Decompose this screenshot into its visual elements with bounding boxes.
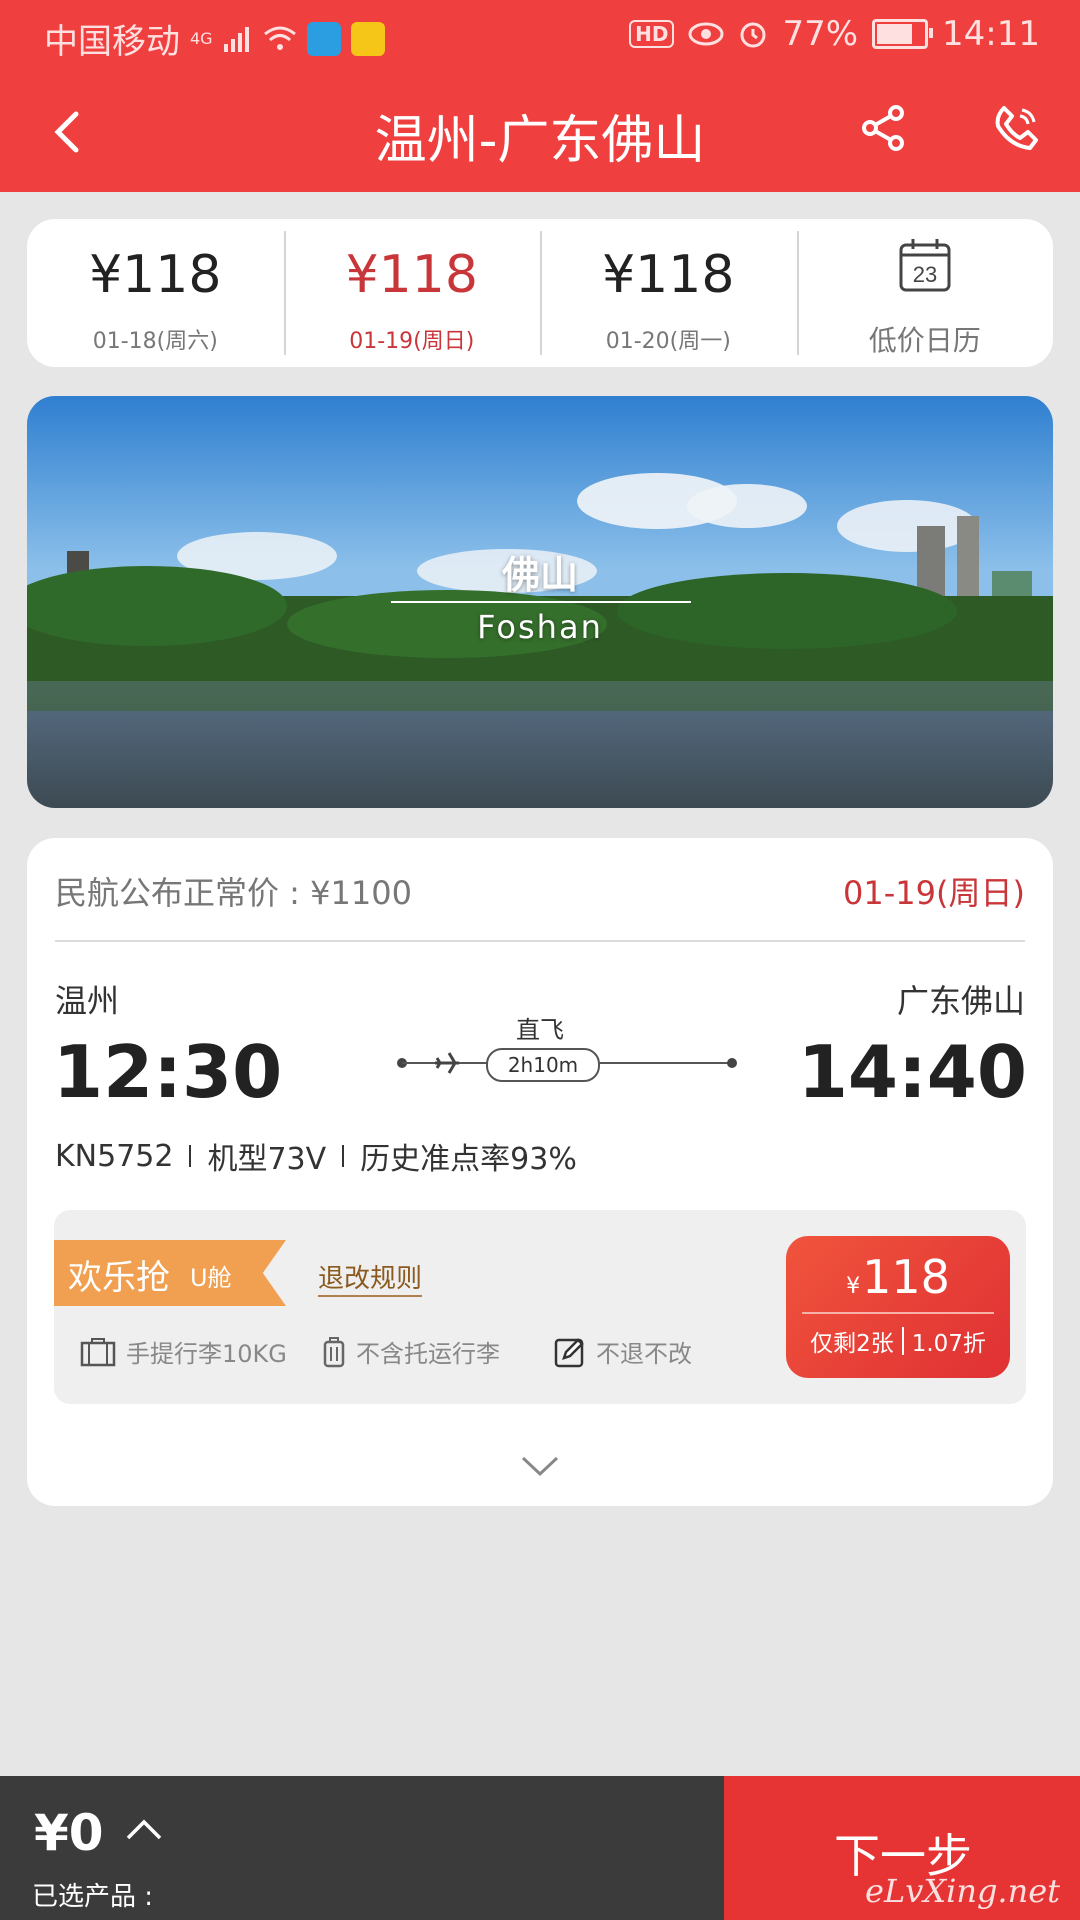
navbar: 温州-广东佛山 — [0, 72, 1080, 192]
refund-policy-feature: 不退不改 — [554, 1334, 692, 1369]
clock: 14:11 — [942, 14, 1040, 54]
refund-rules-link[interactable]: 退改规则 — [318, 1258, 423, 1297]
flight-duration: 2h10m — [486, 1048, 600, 1082]
network-label: 4G — [190, 29, 213, 48]
flight-date: 01-19(周日) — [843, 874, 1025, 912]
standard-price: 民航公布正常价 : ¥1100 — [55, 874, 412, 912]
phone-icon[interactable] — [990, 102, 1042, 154]
carry-on-label: 手提行李10KG — [126, 1340, 287, 1368]
aircraft-type: 机型73V — [207, 1142, 327, 1177]
edit-icon — [554, 1337, 584, 1367]
eye-icon — [688, 22, 724, 46]
battery-percent: 77% — [782, 14, 859, 54]
price-summary[interactable]: ¥0 已选产品 : — [0, 1776, 724, 1920]
next-step-button[interactable]: 下一步 eLvXing.net — [724, 1776, 1080, 1920]
date-label: 01-19(周日) — [349, 329, 475, 354]
separator — [901, 1327, 904, 1355]
fare-offer: 欢乐抢 U舱 退改规则 手提行李10KG 不含托运行李 不退不改 ¥118 仅剩… — [54, 1210, 1026, 1404]
carry-on-feature: 手提行李10KG — [80, 1334, 287, 1369]
app-icon-weibo — [350, 21, 385, 56]
flight-number: KN5752 — [55, 1138, 174, 1174]
battery-icon — [872, 19, 934, 49]
separator — [342, 1145, 345, 1167]
banner-city-cn: 佛山 — [501, 553, 578, 597]
plane-icon — [435, 1052, 459, 1074]
suitcase-icon — [80, 1337, 116, 1366]
date-price: ¥118 — [345, 245, 478, 305]
total-price: ¥0 — [34, 1804, 104, 1862]
page-title: 温州-广东佛山 — [374, 111, 706, 171]
calendar-label: 低价日历 — [868, 324, 981, 357]
calendar-icon: 23 — [899, 239, 951, 292]
divider — [802, 1312, 994, 1314]
seats-remaining: 仅剩2张 — [810, 1331, 894, 1357]
divider — [55, 940, 1025, 942]
chevron-down-icon[interactable] — [513, 1452, 567, 1482]
header: 中国移动 4G HD 77% 14:11 温州-广东佛山 — [0, 0, 1080, 192]
share-icon[interactable] — [858, 102, 910, 154]
date-price: ¥118 — [89, 245, 222, 305]
wifi-icon — [263, 26, 296, 50]
book-fare-button[interactable]: ¥118 仅剩2张 1.07折 — [786, 1236, 1010, 1378]
destination-banner: 佛山 Foshan — [27, 396, 1053, 808]
alarm-icon — [740, 22, 766, 48]
currency-symbol: ¥ — [846, 1274, 861, 1299]
cabin-class: U舱 — [190, 1264, 232, 1292]
calendar-day: 23 — [913, 262, 937, 287]
date-option[interactable]: ¥118 01-20(周一) — [540, 219, 797, 367]
fare-amount: 118 — [862, 1250, 950, 1304]
date-price: ¥118 — [602, 245, 735, 305]
offer-tag-label: 欢乐抢 — [68, 1258, 170, 1298]
date-option[interactable]: ¥118 01-18(周六) — [27, 219, 284, 367]
discount-rate: 1.07折 — [911, 1331, 986, 1357]
on-time-rate: 历史准点率93% — [360, 1142, 577, 1177]
banner-city-en: Foshan — [477, 608, 603, 646]
watermark: eLvXing.net — [865, 1872, 1060, 1910]
refund-policy-label: 不退不改 — [596, 1340, 692, 1368]
date-selector: ¥118 01-18(周六) ¥118 01-19(周日) ¥118 01-20… — [27, 219, 1053, 367]
checked-baggage-feature: 不含托运行李 — [322, 1334, 500, 1369]
flight-card: 民航公布正常价 : ¥1100 01-19(周日) 温州 广东佛山 12:30 … — [27, 838, 1053, 1506]
date-label: 01-20(周一) — [605, 329, 731, 354]
chevron-up-icon[interactable] — [124, 1816, 164, 1842]
fare-price: ¥118 — [786, 1250, 1010, 1304]
banner-divider — [391, 601, 691, 603]
status-bar: 中国移动 4G HD 77% 14:11 — [0, 0, 1080, 72]
app-icon-flag — [306, 21, 341, 56]
bottom-bar: ¥0 已选产品 : 下一步 eLvXing.net — [0, 1776, 1080, 1920]
separator — [189, 1145, 192, 1167]
luggage-icon — [323, 1336, 345, 1367]
flight-details: KN5752 机型73V 历史准点率93% — [55, 1134, 577, 1178]
selected-products-label: 已选产品 : — [32, 1882, 154, 1912]
fare-details: 仅剩2张 1.07折 — [786, 1324, 1010, 1358]
hd-badge: HD — [629, 20, 675, 48]
signal-icon — [223, 26, 249, 52]
low-price-calendar-button[interactable]: 23 低价日历 — [796, 219, 1054, 367]
offer-tag: 欢乐抢 U舱 — [54, 1240, 286, 1306]
carrier-label: 中国移动 — [44, 22, 180, 62]
date-option-selected[interactable]: ¥118 01-19(周日) — [283, 219, 541, 367]
checked-baggage-label: 不含托运行李 — [356, 1340, 500, 1368]
date-label: 01-18(周六) — [92, 329, 218, 354]
